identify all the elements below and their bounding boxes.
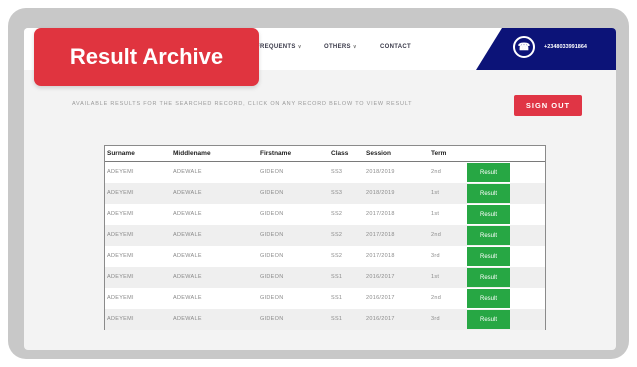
cell-middlename: ADEWALE [173,316,202,322]
cell-surname: ADEYEMI [107,316,134,322]
cell-surname: ADEYEMI [107,253,134,259]
result-button[interactable]: Result [467,184,510,203]
cell-surname: ADEYEMI [107,232,134,238]
cell-middlename: ADEWALE [173,253,202,259]
cell-middlename: ADEWALE [173,274,202,280]
cell-session: 2016/2017 [366,316,395,322]
result-button[interactable]: Result [467,226,510,245]
table-row: ADEYEMI ADEWALE GIDEON SS2 2017/2018 1st… [105,204,545,225]
cell-firstname: GIDEON [260,232,284,238]
cell-class: SS1 [331,295,343,301]
cell-surname: ADEYEMI [107,211,134,217]
cell-surname: ADEYEMI [107,295,134,301]
cell-term: 2nd [431,169,442,175]
result-button[interactable]: Result [467,268,510,287]
cell-middlename: ADEWALE [173,295,202,301]
table-row: ADEYEMI ADEWALE GIDEON SS2 2017/2018 3rd… [105,246,545,267]
phone-number: +2348033991864 [544,44,587,50]
phone-icon: ☎ [513,36,535,58]
cell-session: 2017/2018 [366,253,395,259]
nav-contact[interactable]: CONTACT [380,44,411,50]
cell-firstname: GIDEON [260,211,284,217]
cell-session: 2018/2019 [366,169,395,175]
cell-term: 2nd [431,295,442,301]
cell-firstname: GIDEON [260,169,284,175]
header-middlename: Middlename [173,150,211,157]
cell-surname: ADEYEMI [107,274,134,280]
header-surname: Surname [107,150,135,157]
cell-term: 1st [431,211,440,217]
results-notice: AVAILABLE RESULTS FOR THE SEARCHED RECOR… [72,101,413,107]
cell-firstname: GIDEON [260,253,284,259]
cell-term: 2nd [431,232,442,238]
table-row: ADEYEMI ADEWALE GIDEON SS1 2016/2017 2nd… [105,288,545,309]
result-button[interactable]: Result [467,205,510,224]
header-session: Session [366,150,391,157]
result-archive-title: Result Archive [34,28,259,86]
cell-middlename: ADEWALE [173,169,202,175]
cell-firstname: GIDEON [260,274,284,280]
contact-banner: ☎ +2348033991864 [476,28,616,70]
cell-session: 2016/2017 [366,274,395,280]
table-row: ADEYEMI ADEWALE GIDEON SS1 2016/2017 3rd… [105,309,545,330]
cell-class: SS2 [331,232,343,238]
cell-class: SS2 [331,211,343,217]
chevron-down-icon: ∨ [297,44,302,50]
cell-middlename: ADEWALE [173,232,202,238]
cell-class: SS1 [331,316,343,322]
cell-term: 1st [431,190,440,196]
result-button[interactable]: Result [467,163,510,182]
cell-firstname: GIDEON [260,316,284,322]
nav-others[interactable]: OTHERS ∨ [324,44,357,50]
cell-class: SS2 [331,253,343,259]
result-button[interactable]: Result [467,289,510,308]
cell-class: SS3 [331,169,343,175]
header-class: Class [331,150,349,157]
nav-frequents-label: FREQUENTS [256,44,296,50]
cell-term: 3rd [431,253,440,259]
table-row: ADEYEMI ADEWALE GIDEON SS2 2017/2018 2nd… [105,225,545,246]
cell-middlename: ADEWALE [173,211,202,217]
nav-others-label: OTHERS [324,44,351,50]
cell-session: 2016/2017 [366,295,395,301]
nav-frequents[interactable]: FREQUENTS ∨ [256,44,302,50]
result-button[interactable]: Result [467,310,510,329]
cell-term: 3rd [431,316,440,322]
cell-firstname: GIDEON [260,190,284,196]
nav-contact-label: CONTACT [380,44,411,50]
cell-term: 1st [431,274,440,280]
cell-session: 2017/2018 [366,232,395,238]
cell-session: 2017/2018 [366,211,395,217]
results-table: Surname Middlename Firstname Class Sessi… [104,145,546,330]
cell-middlename: ADEWALE [173,190,202,196]
header-term: Term [431,150,447,157]
cell-firstname: GIDEON [260,295,284,301]
table-row: ADEYEMI ADEWALE GIDEON SS3 2018/2019 2nd… [105,162,545,183]
sign-out-button[interactable]: SIGN OUT [514,95,582,116]
chevron-down-icon: ∨ [352,44,357,50]
header-firstname: Firstname [260,150,292,157]
cell-surname: ADEYEMI [107,169,134,175]
result-button[interactable]: Result [467,247,510,266]
table-row: ADEYEMI ADEWALE GIDEON SS3 2018/2019 1st… [105,183,545,204]
table-row: ADEYEMI ADEWALE GIDEON SS1 2016/2017 1st… [105,267,545,288]
cell-class: SS1 [331,274,343,280]
cell-class: SS3 [331,190,343,196]
cell-surname: ADEYEMI [107,190,134,196]
table-header: Surname Middlename Firstname Class Sessi… [105,146,545,162]
cell-session: 2018/2019 [366,190,395,196]
